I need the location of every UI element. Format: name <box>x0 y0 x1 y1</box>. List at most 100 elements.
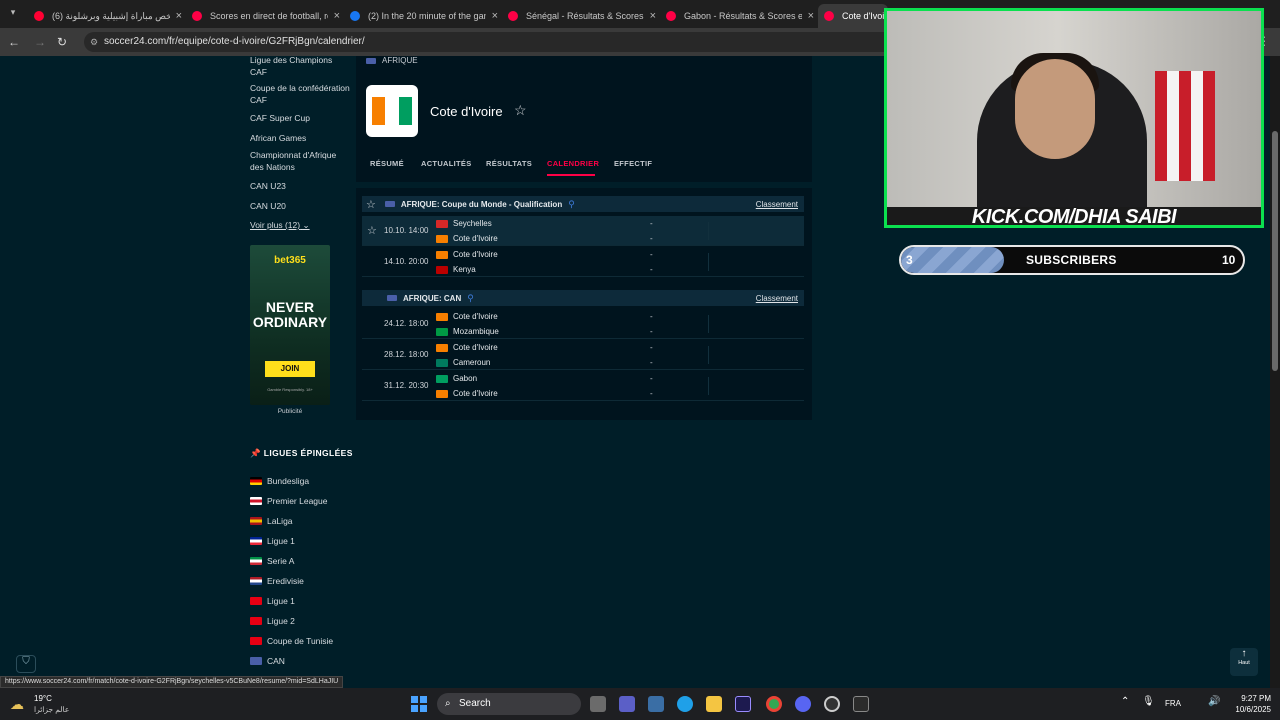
sidebar-competition-link[interactable]: African Games <box>250 132 350 144</box>
pin-icon[interactable]: ⚲ <box>568 199 575 210</box>
home-team: Cote d'Ivoire <box>436 250 498 259</box>
tab-calendrier[interactable]: CALENDRIER <box>547 159 599 168</box>
forward-arrow-icon[interactable]: → <box>32 34 48 50</box>
advertisement-banner[interactable]: bet365 NEVER ORDINARY JOIN Gamble Respon… <box>250 245 330 405</box>
pinned-league-item[interactable]: LaLiga <box>250 514 293 528</box>
tab-effectif[interactable]: EFFECTIF <box>614 159 652 168</box>
discord-icon[interactable] <box>795 696 811 712</box>
scrollbar[interactable] <box>1270 56 1280 688</box>
pinned-league-item[interactable]: Bundesliga <box>250 474 309 488</box>
reload-icon[interactable]: ↻ <box>54 34 70 50</box>
tab-close-icon[interactable]: × <box>808 10 814 22</box>
pinned-league-item[interactable]: Eredivisie <box>250 574 304 588</box>
weather-temperature[interactable]: 19°C <box>34 694 52 703</box>
seychelles-flag-icon <box>436 219 448 228</box>
tab-actualites[interactable]: ACTUALITÉS <box>421 159 472 168</box>
voir-plus-link[interactable]: Voir plus (12) ⌄ <box>250 220 310 231</box>
microphone-icon[interactable]: 🎙 <box>1142 696 1155 707</box>
pinned-league-item[interactable]: Ligue 2 <box>250 614 295 628</box>
premiere-pro-icon[interactable] <box>735 696 751 712</box>
obs-icon[interactable] <box>853 696 869 712</box>
pin-icon[interactable]: ⚲ <box>467 293 474 304</box>
region-breadcrumb[interactable]: AFRIQUE <box>366 56 418 65</box>
league-name[interactable]: AFRIQUE: Coupe du Monde - Qualification <box>401 200 562 209</box>
league-flag-icon <box>250 477 262 485</box>
tab-close-icon[interactable]: × <box>334 10 340 22</box>
sidebar-competition-link[interactable]: Championnat d'Afrique des Nations <box>250 149 345 173</box>
tray-chevron-up-icon[interactable]: ⌃ <box>1121 696 1129 707</box>
sidebar-competition-link[interactable]: Ligue des Champions CAF <box>250 54 350 78</box>
tab-search-chevron-icon[interactable]: ▾ <box>6 7 20 21</box>
weather-cloud-moon-icon[interactable]: ☁ <box>10 696 24 713</box>
privacy-shield-icon[interactable]: ⛉ <box>16 655 36 673</box>
clock-date[interactable]: 10/6/2025 <box>1227 705 1271 714</box>
steam-icon[interactable] <box>824 696 840 712</box>
tab-title: (2) In the 20 minute of the game <box>368 11 486 21</box>
pinned-league-item[interactable]: Serie A <box>250 554 294 568</box>
scrollbar-thumb[interactable] <box>1272 131 1278 371</box>
away-score: - <box>650 327 653 336</box>
facebook-icon <box>350 11 360 21</box>
browser-tab[interactable]: Scores en direct de football, résultats … <box>186 4 340 28</box>
tab-close-icon[interactable]: × <box>492 10 498 22</box>
status-bar-url: https://www.soccer24.com/fr/match/cote-d… <box>0 676 344 688</box>
input-language[interactable]: FRA <box>1165 699 1181 708</box>
browser-tab[interactable]: (6) ملخص مباراة إشبيلية وبرشلونة × <box>28 4 182 28</box>
tab-close-icon[interactable]: × <box>650 10 656 22</box>
browser-tab[interactable]: Gabon - Résultats & Scores en × <box>660 4 814 28</box>
teams-icon[interactable] <box>619 696 635 712</box>
favorite-star-icon[interactable]: ☆ <box>367 224 377 237</box>
match-row[interactable]: 28.12. 18:00 Cote d'Ivoire Cameroun - - <box>362 340 804 370</box>
site-info-icon[interactable]: ⚙ <box>90 32 98 52</box>
pinned-league-item[interactable]: Ligue 1 <box>250 594 295 608</box>
pinned-league-item[interactable]: CAN <box>250 654 285 668</box>
ad-join-button[interactable]: JOIN <box>265 361 315 377</box>
task-view-icon[interactable] <box>590 696 606 712</box>
pinned-league-name: Ligue 1 <box>267 536 295 546</box>
pinned-league-item[interactable]: Ligue 1 <box>250 534 295 548</box>
weather-location[interactable]: عالم جزائرا <box>34 705 69 714</box>
windows-start-icon[interactable] <box>411 696 427 712</box>
favorite-star-icon[interactable]: ☆ <box>366 198 376 211</box>
sidebar-competition-link[interactable]: CAN U20 <box>250 200 350 212</box>
sidebar-competition-link[interactable]: CAF Super Cup <box>250 112 350 124</box>
tab-resume[interactable]: RÉSUMÉ <box>370 159 404 168</box>
store-icon[interactable] <box>648 696 664 712</box>
taskbar-search[interactable]: ⌕ Search <box>437 693 581 715</box>
tab-resultats[interactable]: RÉSULTATS <box>486 159 532 168</box>
pinned-league-item[interactable]: Coupe de Tunisie <box>250 634 333 648</box>
league-flag-icon <box>250 617 262 625</box>
tab-close-icon[interactable]: × <box>176 10 182 22</box>
match-row[interactable]: 31.12. 20:30 Gabon Cote d'Ivoire - - <box>362 371 804 401</box>
url-field[interactable]: ⚙ soccer24.com/fr/equipe/cote-d-ivoire/G… <box>84 32 904 52</box>
league-header: ☆ AFRIQUE: Coupe du Monde - Qualificatio… <box>362 196 804 212</box>
browser-tab[interactable]: (2) In the 20 minute of the game × <box>344 4 498 28</box>
league-name[interactable]: AFRIQUE: CAN <box>403 294 461 303</box>
back-to-top-button[interactable]: ↑ Haut <box>1230 648 1258 676</box>
match-row[interactable]: 24.12. 18:00 Cote d'Ivoire Mozambique - … <box>362 309 804 339</box>
sidebar-competition-link[interactable]: CAN U23 <box>250 180 350 192</box>
chrome-icon[interactable] <box>766 696 782 712</box>
file-explorer-icon[interactable] <box>706 696 722 712</box>
away-team: Cote d'Ivoire <box>436 389 498 398</box>
edge-icon[interactable] <box>677 696 693 712</box>
sidebar-competition-link[interactable]: Coupe de la confédération CAF <box>250 82 350 106</box>
league-header: AFRIQUE: CAN ⚲ Classement <box>362 290 804 306</box>
clock-time[interactable]: 9:27 PM <box>1227 694 1271 703</box>
browser-tab[interactable]: Sénégal - Résultats & Scores en × <box>502 4 656 28</box>
pinned-league-item[interactable]: Premier League <box>250 494 327 508</box>
home-score: - <box>650 250 653 259</box>
match-row[interactable]: ☆ 10.10. 14:00 Seychelles Cote d'Ivoire … <box>362 216 804 246</box>
favorite-star-icon[interactable]: ☆ <box>514 102 527 119</box>
league-flag-icon <box>250 577 262 585</box>
subscriber-goal-fill <box>901 247 1004 273</box>
cameroon-flag-icon <box>436 358 448 367</box>
match-row[interactable]: 14.10. 20:00 Cote d'Ivoire Kenya - - <box>362 247 804 277</box>
volume-icon[interactable]: 🔊 <box>1208 696 1220 707</box>
home-team: Gabon <box>436 374 477 383</box>
home-score: - <box>650 219 653 228</box>
back-arrow-icon[interactable]: ← <box>6 34 22 50</box>
classement-link[interactable]: Classement <box>756 200 798 209</box>
browser-tab-active[interactable]: Cote d'Ivoire <box>818 4 888 28</box>
classement-link[interactable]: Classement <box>756 294 798 303</box>
